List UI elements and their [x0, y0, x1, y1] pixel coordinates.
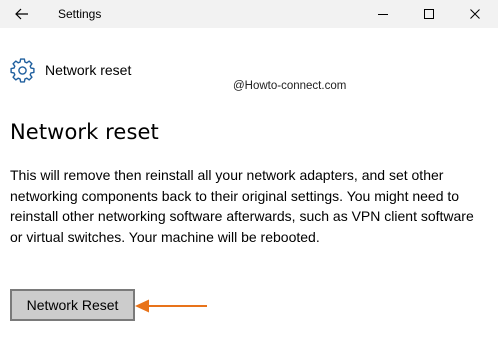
maximize-button[interactable] — [406, 0, 452, 28]
network-reset-button[interactable]: Network Reset — [10, 289, 135, 321]
minimize-button[interactable] — [360, 0, 406, 28]
back-button[interactable] — [0, 0, 44, 28]
minimize-icon — [378, 14, 388, 15]
back-arrow-icon — [15, 8, 28, 20]
maximize-icon — [424, 9, 434, 19]
annotation-arrow-icon — [135, 299, 207, 313]
window-title: Settings — [58, 7, 102, 21]
watermark-text: @Howto-connect.com — [233, 80, 347, 92]
gear-icon — [10, 58, 35, 83]
description-text: This will remove then reinstall all your… — [10, 167, 474, 245]
settings-window: Settings Network reset @Howto-connect.co… — [0, 0, 498, 347]
title-bar: Settings — [0, 0, 498, 28]
close-icon — [470, 9, 480, 19]
page-title: Network reset — [10, 120, 159, 144]
header-label: Network reset — [45, 62, 132, 78]
close-button[interactable] — [452, 0, 498, 28]
